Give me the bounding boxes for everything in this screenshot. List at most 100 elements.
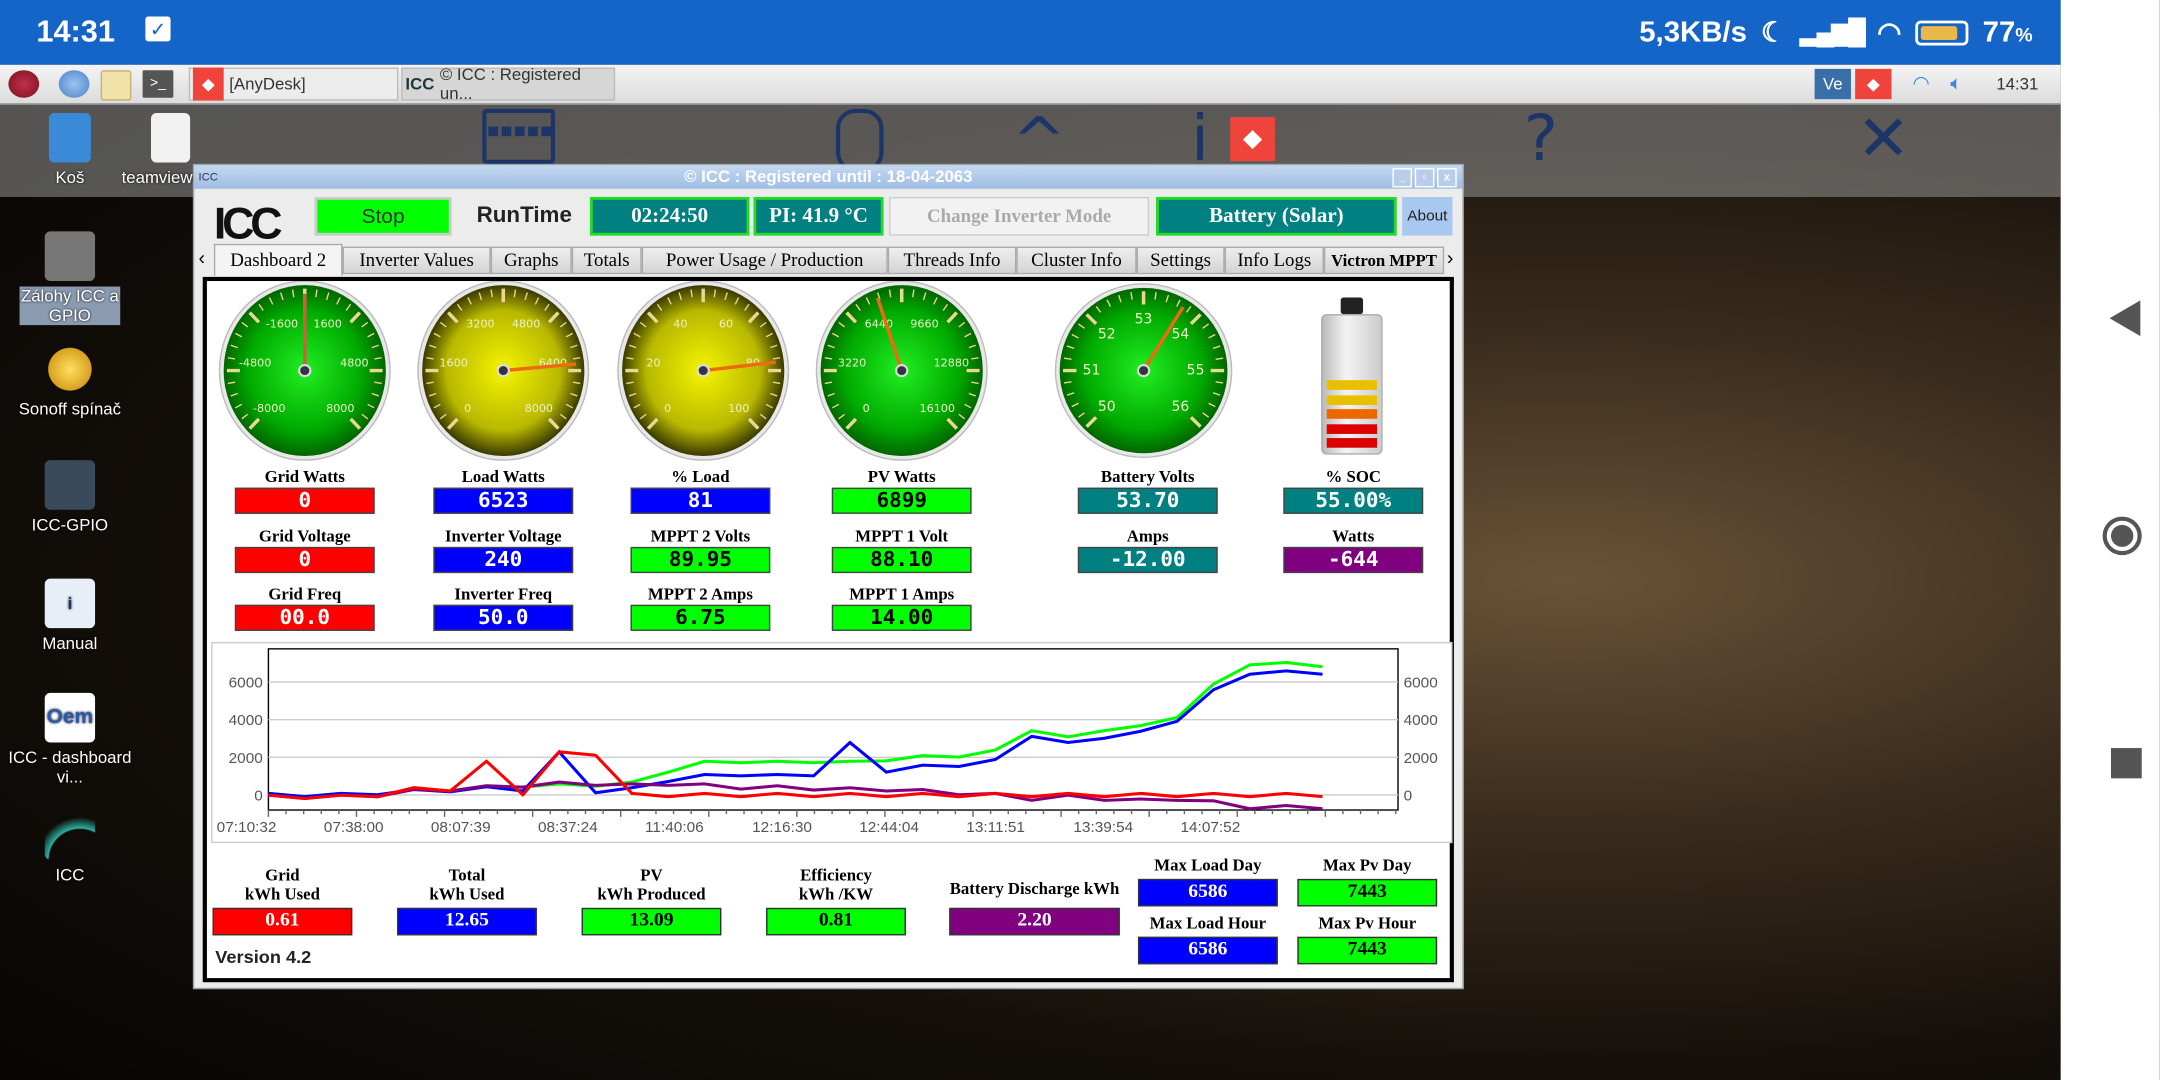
vnc-icon[interactable]: Ve [1814,68,1851,100]
icc-wave-icon [44,810,96,860]
moon-icon: ☾ [1760,17,1786,49]
gauge-tick-label: 0 [664,402,671,415]
mppt2-amps-label: MPPT 2 Amps [647,584,753,604]
y-tick-label-left: 4000 [229,712,263,729]
gauge-tick-label: 3200 [466,318,494,331]
window-icon-label: ICC [198,170,218,184]
mouse-icon[interactable] [836,108,884,173]
desktop-icon-icc-dashboard[interactable]: Oem ICC - dashboard vi... [0,692,140,787]
volume-icon[interactable]: 🔈︎ [1950,72,1962,95]
back-button[interactable] [2109,300,2141,337]
taskbar-clock: 14:31 [1996,74,2039,94]
mppt2-volts-label: MPPT 2 Volts [650,526,751,546]
window-titlebar[interactable]: ICC © ICC : Registered until : 18-04-206… [194,165,1463,189]
desktop-icon-sonoff[interactable]: Sonoff spínač [0,344,140,419]
book-icon: i [44,578,96,629]
toggle-icon [44,460,96,510]
taskbar-task-anydesk[interactable]: ◆ [AnyDesk] [188,67,399,101]
home-button[interactable] [2102,516,2142,556]
raspberry-menu-icon[interactable] [8,70,40,98]
close-button[interactable]: x [1437,168,1457,188]
tab-victron-mppt[interactable]: Victron MPPT [1323,246,1445,275]
battery-level-bar [1326,423,1378,434]
android-status-bar: 14:31 ✓ 5,3KB/s ☾ ▂▄▆█ ◠ 77% [0,0,2061,65]
net-speed: 5,3KB/s [1639,15,1747,48]
pv-kwh-label2: kWh Produced [597,884,706,904]
x-tick-label: 07:38:00 [324,819,384,836]
pi-temperature: PI: 41.9 °C [753,196,884,236]
wifi-tray-icon[interactable]: ◠ [1912,72,1929,95]
file-manager-icon[interactable] [100,70,132,101]
gauge-tick-label: 55 [1187,363,1205,379]
keyboard-icon[interactable]: ▪▪▪▪▪ [482,108,556,164]
archive-file-icon [150,112,191,163]
runtime-value: 02:24:50 [589,196,750,236]
version-label: Version 4.2 [215,946,312,968]
y-tick-label-right: 2000 [1404,750,1438,767]
gauge-tick-label: -1600 [266,318,298,331]
gauge-tick-label: 3220 [838,356,866,369]
desktop-icon-icc-gpio[interactable]: ICC-GPIO [0,460,140,535]
gauge-tick-label: 8000 [326,402,354,415]
icc-window: ICC © ICC : Registered until : 18-04-206… [192,163,1464,990]
battery-percent: 77 [1982,15,2016,48]
tab-scroll-left[interactable]: ‹ [199,247,206,269]
browser-globe-icon[interactable] [58,70,90,98]
anydesk-icon[interactable]: ◆ [1230,117,1275,162]
tab-dashboard-2[interactable]: Dashboard 2 [213,243,343,276]
tab-threads-info[interactable]: Threads Info [887,246,1017,275]
gauge-hub [696,364,710,378]
inverter-voltage-value: 240 [433,546,574,574]
max-pv-day-label: Max Pv Day [1322,855,1412,875]
desktop-icon-zalohy[interactable]: Zálohy ICC a GPIO [0,231,140,326]
info-icon[interactable]: i [1191,106,1209,169]
tab-power-usage-production[interactable]: Power Usage / Production [641,246,888,275]
chart-plot-area [267,648,1399,811]
gauge-tick-label: 8000 [525,402,553,415]
y-tick-label-left: 2000 [229,750,263,767]
maximize-button[interactable]: ▫ [1414,168,1435,188]
battery-icon [1915,19,1969,45]
tab-info-logs[interactable]: Info Logs [1224,246,1324,275]
tab-settings[interactable]: Settings [1136,246,1225,275]
battery-discharge-label: Battery Discharge kWh [949,878,1120,899]
chevron-up-icon[interactable]: ^ [1012,109,1066,172]
gauge-tick-label: 4800 [340,356,368,369]
tab-totals[interactable]: Totals [571,246,642,275]
y-tick-label-left: 6000 [229,675,263,692]
amps-value: -12.00 [1077,546,1218,574]
window-title: © ICC : Registered until : 18-04-2063 [684,166,973,186]
change-inverter-mode-button[interactable]: Change Inverter Mode [889,196,1150,236]
taskbar-task-icc[interactable]: ICC © ICC : Registered un... [401,65,616,103]
gauge-tick-label: 40 [673,318,687,331]
tab-graphs[interactable]: Graphs [490,246,572,275]
desktop-icon-manual[interactable]: i Manual [0,578,140,653]
terminal-icon[interactable]: >_ [142,70,174,98]
y-tick-label-right: 6000 [1404,675,1438,692]
minimize-button[interactable]: _ [1392,168,1412,188]
tab-scroll-right[interactable]: › [1447,247,1454,269]
gauge-hub [298,364,312,378]
tab-cluster-info[interactable]: Cluster Info [1016,246,1137,275]
anydesk-tray-icon[interactable]: ◆ [1855,68,1892,100]
check-notification-icon: ✓ [145,16,171,42]
x-tick-label: 14:07:52 [1180,819,1240,836]
efficiency-kwh-label2: kWh /KW [798,884,874,904]
about-button[interactable]: About [1402,196,1453,236]
battery-cap [1340,297,1364,315]
y-tick-label-right: 0 [1404,788,1413,805]
stop-button[interactable]: Stop [314,196,452,236]
battery-volts-label: Battery Volts [1100,467,1195,487]
battery-level-bar [1326,394,1378,405]
screen: 14:31 ✓ 5,3KB/s ☾ ▂▄▆█ ◠ 77% >_ ◆ [AnyDes… [0,0,2160,1080]
gauge-tick-label: 12880 [934,356,970,369]
gauge-tick-label: 53 [1135,312,1153,328]
gauge-hub [895,364,909,378]
help-icon[interactable]: ? [1524,106,1558,169]
recents-button[interactable] [2110,748,2142,779]
gauge-tick-label: 50 [1098,399,1116,415]
close-icon[interactable]: ✕ [1857,106,1911,169]
tab-inverter-values[interactable]: Inverter Values [342,246,491,275]
desktop-icon-icc[interactable]: ICC [0,810,140,884]
power-chart: 0 0 2000 2000 4000 4000 6000 6000 07:10:32 07:38:… [217,648,1438,836]
